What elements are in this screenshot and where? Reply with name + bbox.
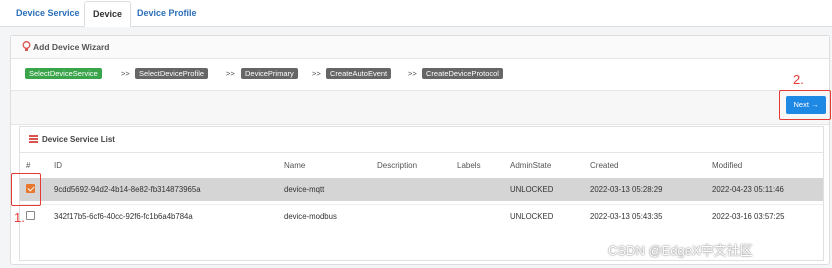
column-header-modified: Modified	[712, 161, 743, 170]
wizard-header: Add Device Wizard	[11, 36, 829, 59]
step-separator: >>	[226, 69, 235, 78]
row-checkbox[interactable]	[26, 211, 35, 220]
tab-device-service[interactable]: Device Service	[8, 1, 88, 25]
cell-created: 2022-03-13 05:43:35	[590, 212, 663, 221]
list-icon	[29, 135, 38, 143]
column-header-admin-state: AdminState	[510, 161, 552, 170]
column-header-name: Name	[284, 161, 306, 170]
wizard-title: Add Device Wizard	[33, 42, 110, 52]
step-separator: >>	[121, 69, 130, 78]
cell-modified: 2022-04-23 05:11:46	[712, 185, 784, 194]
cell-id: 9cdd5692-94d2-4b14-8e82-fb314873965a	[54, 185, 201, 194]
step-create-device-protocol[interactable]: CreateDeviceProtocol	[422, 68, 503, 79]
row-checkbox[interactable]	[26, 184, 35, 193]
step-select-device-service[interactable]: SelectDeviceService	[25, 68, 102, 79]
table-row[interactable]: 9cdd5692-94d2-4b14-8e82-fb314873965a dev…	[20, 178, 823, 201]
cell-modified: 2022-03-16 03:57:25	[712, 212, 785, 221]
cell-name: device-modbus	[284, 212, 337, 221]
lightbulb-icon	[22, 41, 31, 51]
cell-id: 342f17b5-6cf6-40cc-92f6-fc1b6a4b784a	[54, 212, 193, 221]
wizard-toolbar	[11, 90, 829, 125]
annotation-two: 2.	[793, 72, 804, 87]
column-header-created: Created	[590, 161, 619, 170]
annotation-one: 1.	[14, 210, 25, 225]
next-button[interactable]: Next →	[786, 96, 826, 114]
list-header: Device Service List	[20, 127, 823, 153]
cell-admin-state: UNLOCKED	[510, 212, 554, 221]
step-separator: >>	[408, 69, 417, 78]
cell-created: 2022-03-13 05:28:29	[590, 185, 663, 194]
step-create-auto-event[interactable]: CreateAutoEvent	[326, 68, 392, 79]
column-header-index: #	[26, 161, 31, 170]
add-device-wizard: Add Device Wizard SelectDeviceService >>…	[10, 35, 831, 265]
list-title: Device Service List	[42, 135, 115, 144]
column-header-description: Description	[377, 161, 418, 170]
column-header-id: ID	[54, 161, 62, 170]
cell-admin-state: UNLOCKED	[510, 185, 554, 194]
tab-bar: Device Service Device Device Profile	[0, 0, 832, 27]
step-device-primary[interactable]: DevicePrimary	[241, 68, 298, 79]
step-separator: >>	[312, 69, 321, 78]
step-select-device-profile[interactable]: SelectDeviceProfile	[135, 68, 209, 79]
column-header-labels: Labels	[457, 161, 481, 170]
tab-device-profile[interactable]: Device Profile	[129, 1, 205, 25]
table-row[interactable]: 342f17b5-6cf6-40cc-92f6-fc1b6a4b784a dev…	[20, 204, 823, 228]
tab-device[interactable]: Device	[84, 1, 132, 27]
watermark: CSDN @EdgeX中文社区	[608, 243, 753, 258]
cell-name: device-mqtt	[284, 185, 325, 194]
